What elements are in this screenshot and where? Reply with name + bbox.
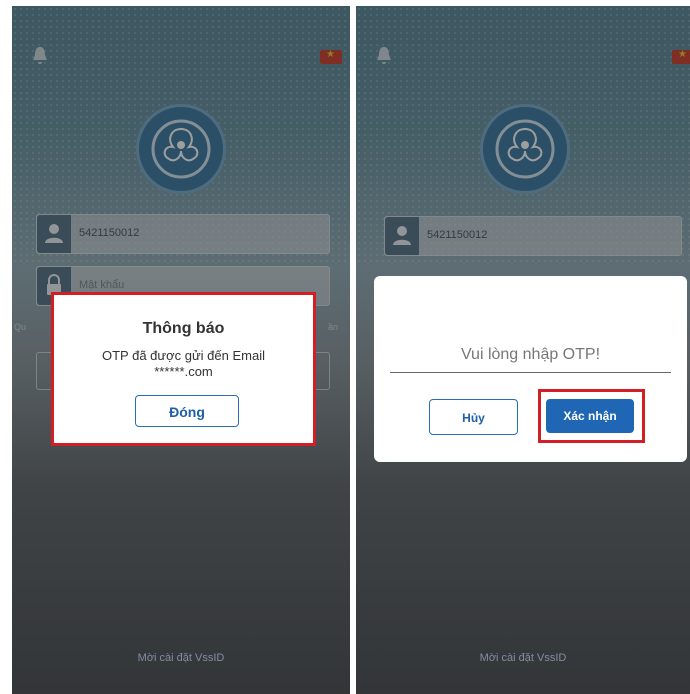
- otp-sent-dialog-highlight: Thông báo OTP đã được gửi đến Email ****…: [51, 292, 316, 446]
- confirm-button[interactable]: Xác nhận: [546, 399, 634, 433]
- install-vssid-link[interactable]: Mời cài đặt VssID: [12, 652, 350, 664]
- confirm-button-highlight: Xác nhận: [538, 389, 645, 443]
- dialog-message: OTP đã được gửi đến Email ******.com: [59, 348, 308, 380]
- otp-input[interactable]: [390, 338, 671, 373]
- close-button[interactable]: Đóng: [135, 395, 239, 427]
- cancel-button[interactable]: Hủy: [429, 399, 518, 435]
- install-vssid-link[interactable]: Mời cài đặt VssID: [356, 652, 690, 664]
- dialog-title: Thông báo: [142, 320, 225, 337]
- otp-entry-dialog: Hủy Xác nhận: [374, 276, 687, 462]
- otp-sent-dialog: Thông báo OTP đã được gửi đến Email ****…: [59, 300, 308, 438]
- dialog-message-line2: ******.com: [154, 364, 213, 379]
- dialog-message-line1: OTP đã được gửi đến Email: [102, 348, 265, 363]
